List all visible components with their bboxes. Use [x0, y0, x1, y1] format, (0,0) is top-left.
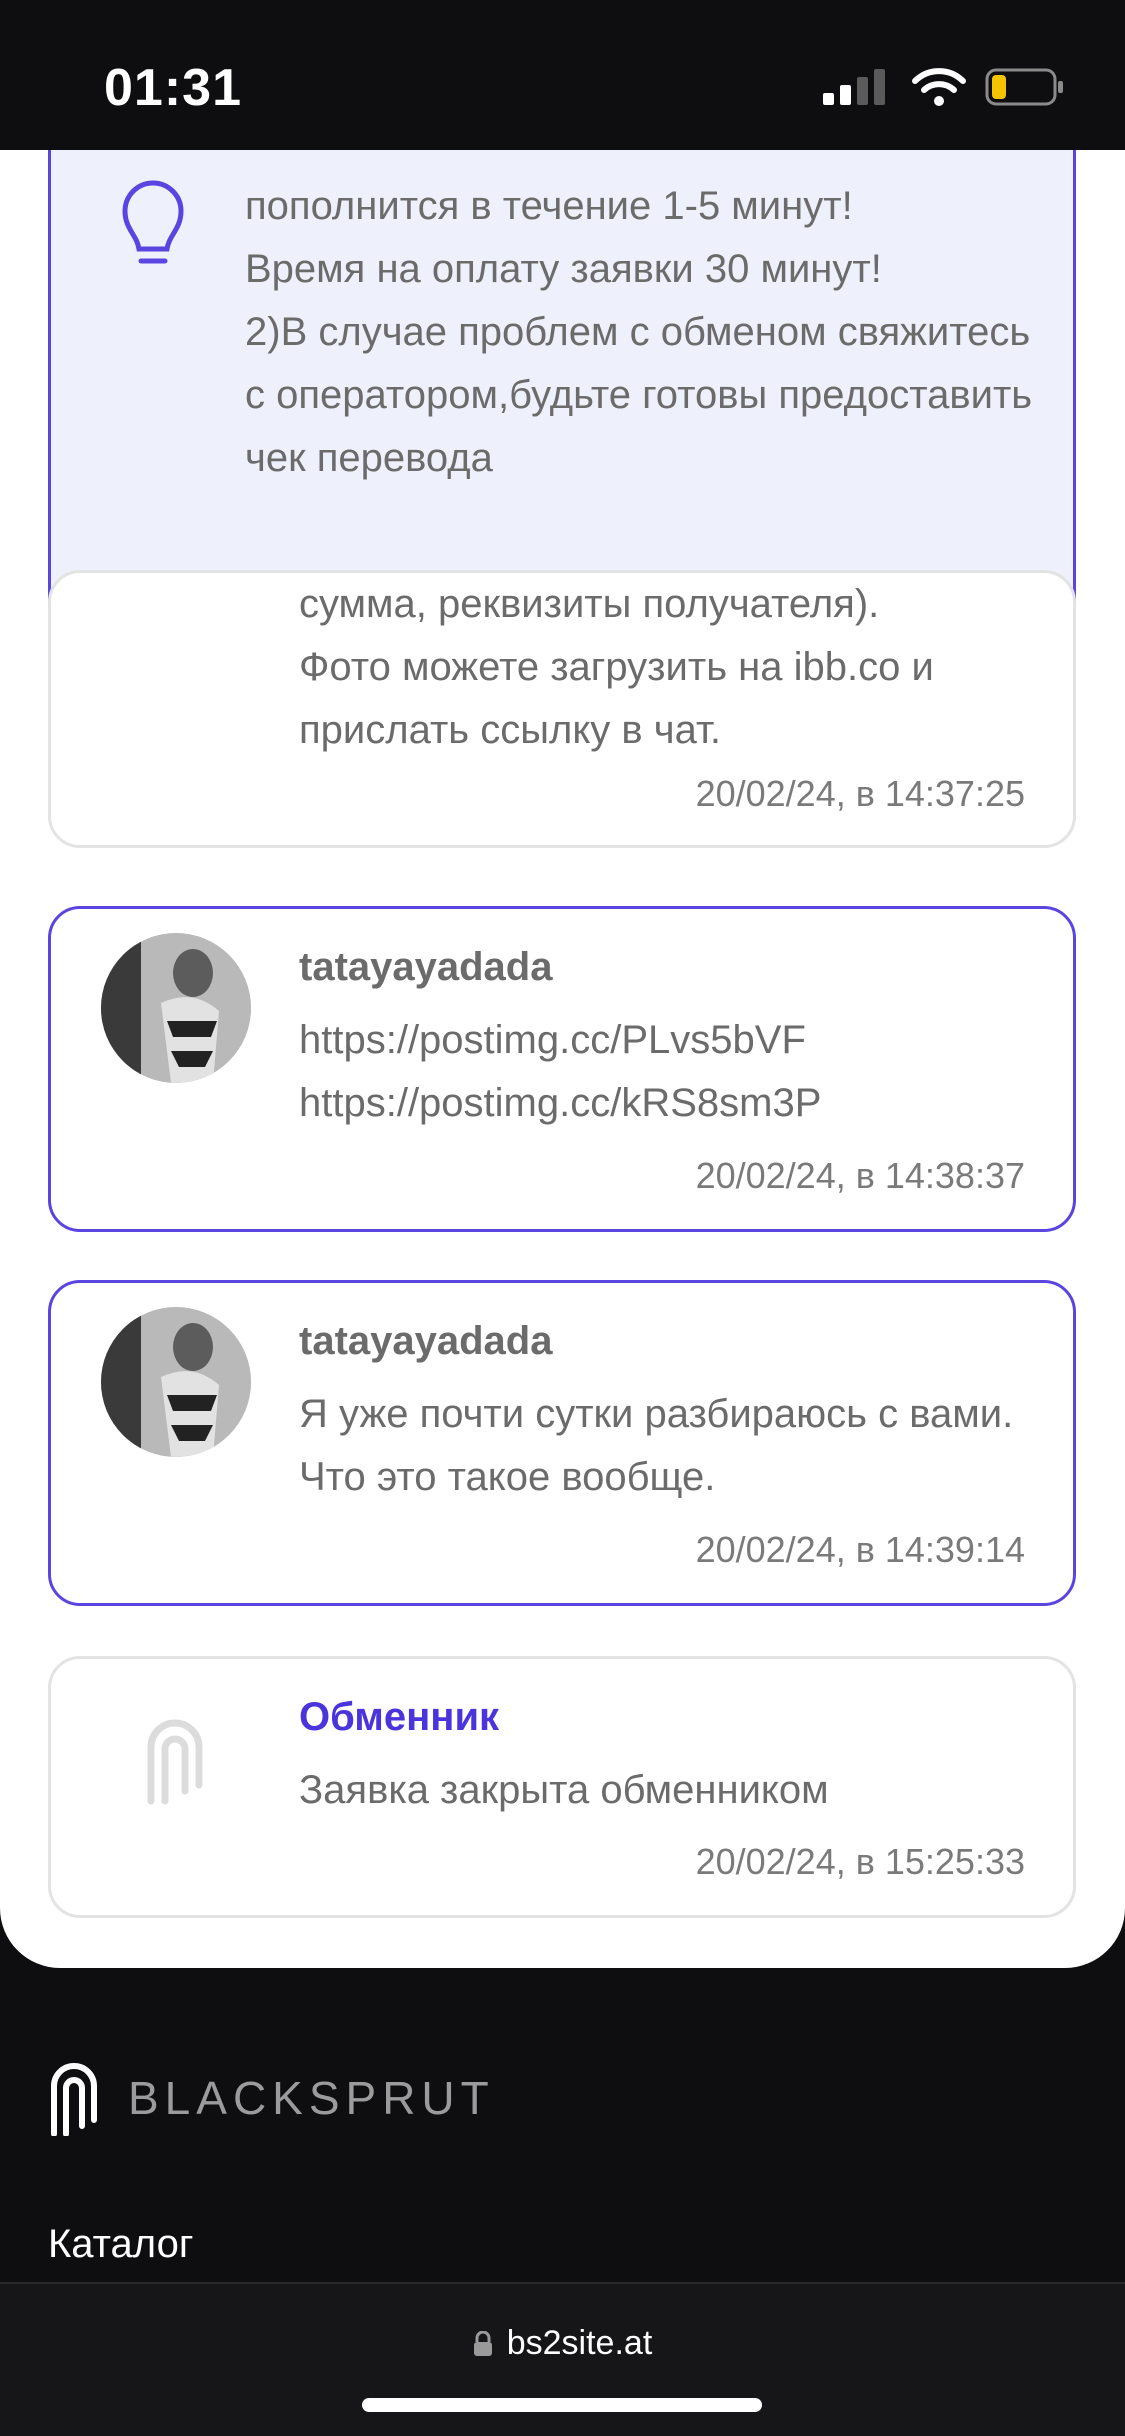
- message-body: сумма, реквизиты получателя). Фото может…: [299, 582, 934, 752]
- footer-brand: BLACKSPRUT: [128, 2072, 495, 2124]
- cellular-signal-icon: [823, 69, 885, 105]
- message-time: 20/02/24, в 15:25:33: [695, 1841, 1025, 1882]
- status-bar: 01:31: [0, 0, 1125, 150]
- chat-content[interactable]: пополнится в течение 1-5 минут! Время на…: [0, 150, 1125, 1968]
- battery-icon: [985, 68, 1063, 106]
- home-indicator[interactable]: [362, 2398, 762, 2412]
- lightbulb-icon: [122, 180, 184, 264]
- url-text[interactable]: bs2site.at: [507, 2324, 653, 2363]
- footer-logo[interactable]: BLACKSPRUT: [48, 2060, 495, 2136]
- avatar[interactable]: [101, 933, 251, 1083]
- message-author: tatayayadada: [299, 945, 553, 989]
- chat-message: tatayayadada Я уже почти сутки разбираюс…: [48, 1280, 1076, 1606]
- chat-message: Обменник Заявка закрыта обменником 20/02…: [48, 1656, 1076, 1918]
- exchanger-logo-icon: [147, 1719, 203, 1805]
- status-icons: [823, 62, 1065, 112]
- user-photo: [101, 933, 251, 1083]
- blacksprut-logo-icon: [51, 2063, 97, 2136]
- info-text: пополнится в течение 1-5 минут! Время на…: [245, 184, 1033, 480]
- message-body: Я уже почти сутки разбираюсь с вами. Что…: [299, 1392, 1014, 1499]
- browser-url-bar[interactable]: bs2site.at: [0, 2282, 1125, 2436]
- message-body: Заявка закрыта обменником: [299, 1768, 829, 1812]
- footer-link-catalog[interactable]: Каталог: [48, 2222, 193, 2267]
- message-body[interactable]: https://postimg.cc/PLvs5bVF https://post…: [299, 1009, 1039, 1135]
- message-time: 20/02/24, в 14:39:14: [695, 1529, 1025, 1570]
- status-time: 01:31: [104, 59, 242, 117]
- message-time: 20/02/24, в 14:38:37: [695, 1155, 1025, 1196]
- message-author: tatayayadada: [299, 1319, 553, 1363]
- lock-icon: [473, 2330, 492, 2356]
- wifi-icon: [912, 68, 966, 106]
- chat-message: tatayayadada https://postimg.cc/PLvs5bVF…: [48, 906, 1076, 1232]
- user-photo: [101, 1307, 251, 1457]
- message-author: Обменник: [299, 1695, 500, 1739]
- message-time: 20/02/24, в 14:37:25: [695, 773, 1025, 814]
- avatar[interactable]: [101, 1307, 251, 1457]
- chat-message: сумма, реквизиты получателя). Фото может…: [48, 570, 1076, 848]
